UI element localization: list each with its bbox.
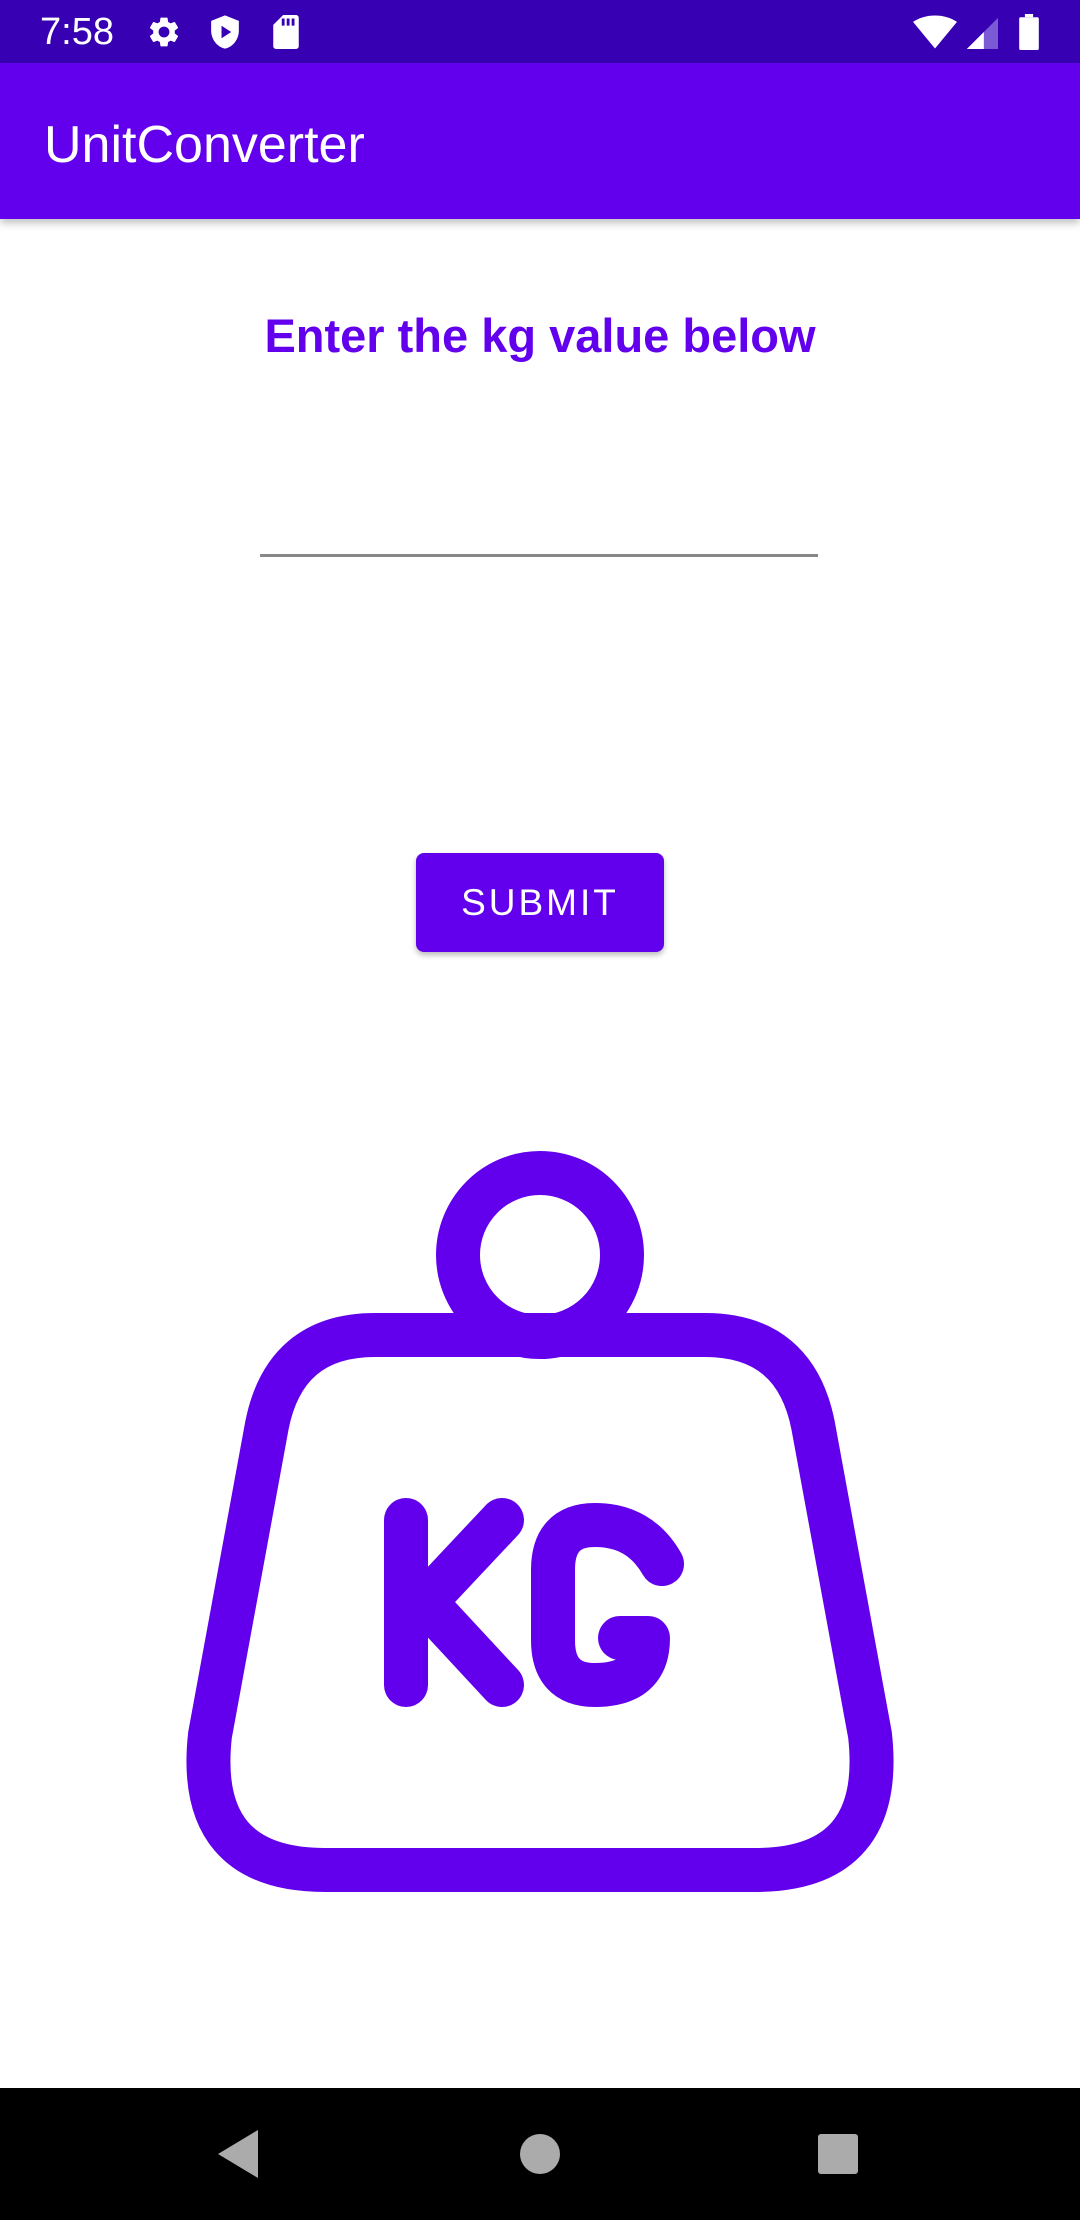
cell-signal-icon <box>962 0 1000 63</box>
settings-icon <box>144 0 184 63</box>
battery-icon <box>1012 0 1046 63</box>
submit-button[interactable]: SUBMIT <box>416 853 664 952</box>
wifi-icon <box>912 0 958 63</box>
play-protect-icon <box>205 0 245 63</box>
status-bar: 7:58 <box>0 0 1080 63</box>
status-time: 7:58 <box>40 11 114 53</box>
nav-bar <box>0 2088 1080 2220</box>
app-title: UnitConverter <box>44 116 365 174</box>
prompt-label: Enter the kg value below <box>264 309 816 362</box>
home-icon[interactable] <box>500 2114 580 2194</box>
kg-value-input[interactable] <box>260 480 818 557</box>
back-icon[interactable] <box>200 2114 280 2194</box>
kg-weight-icon: KG <box>186 1151 894 1892</box>
sd-card-icon <box>266 0 306 63</box>
app-bar: UnitConverter <box>0 63 1080 219</box>
recents-icon[interactable] <box>798 2114 878 2194</box>
